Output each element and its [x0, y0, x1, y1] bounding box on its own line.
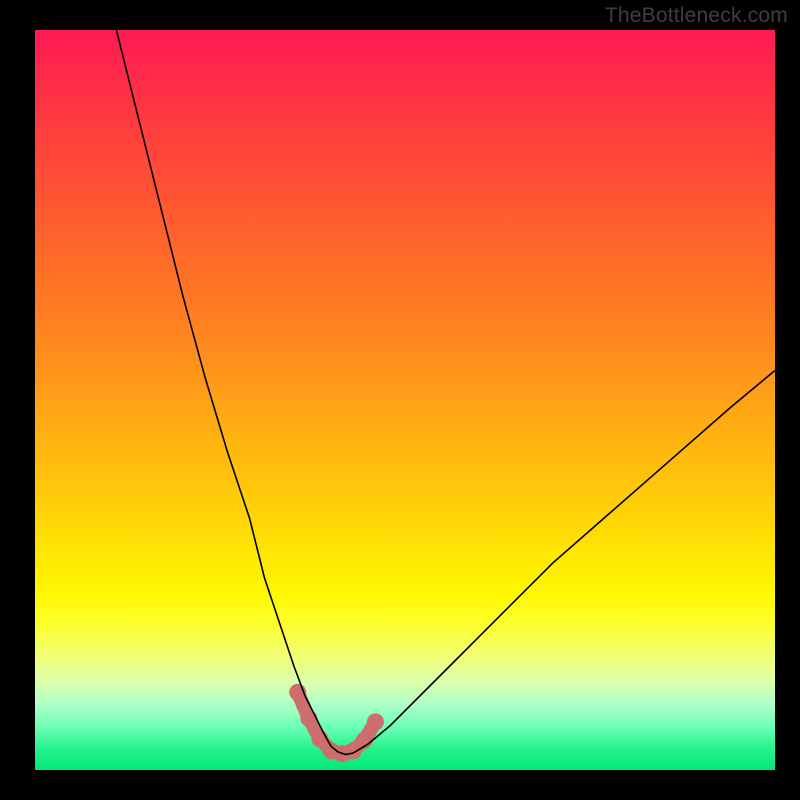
bottleneck-curve	[116, 30, 775, 755]
optimum-marker-dot	[367, 713, 384, 730]
chart-frame: TheBottleneck.com	[0, 0, 800, 800]
chart-svg	[35, 30, 775, 770]
plot-area	[35, 30, 775, 770]
watermark-text: TheBottleneck.com	[605, 4, 788, 28]
optimum-marker-dot	[300, 710, 317, 727]
